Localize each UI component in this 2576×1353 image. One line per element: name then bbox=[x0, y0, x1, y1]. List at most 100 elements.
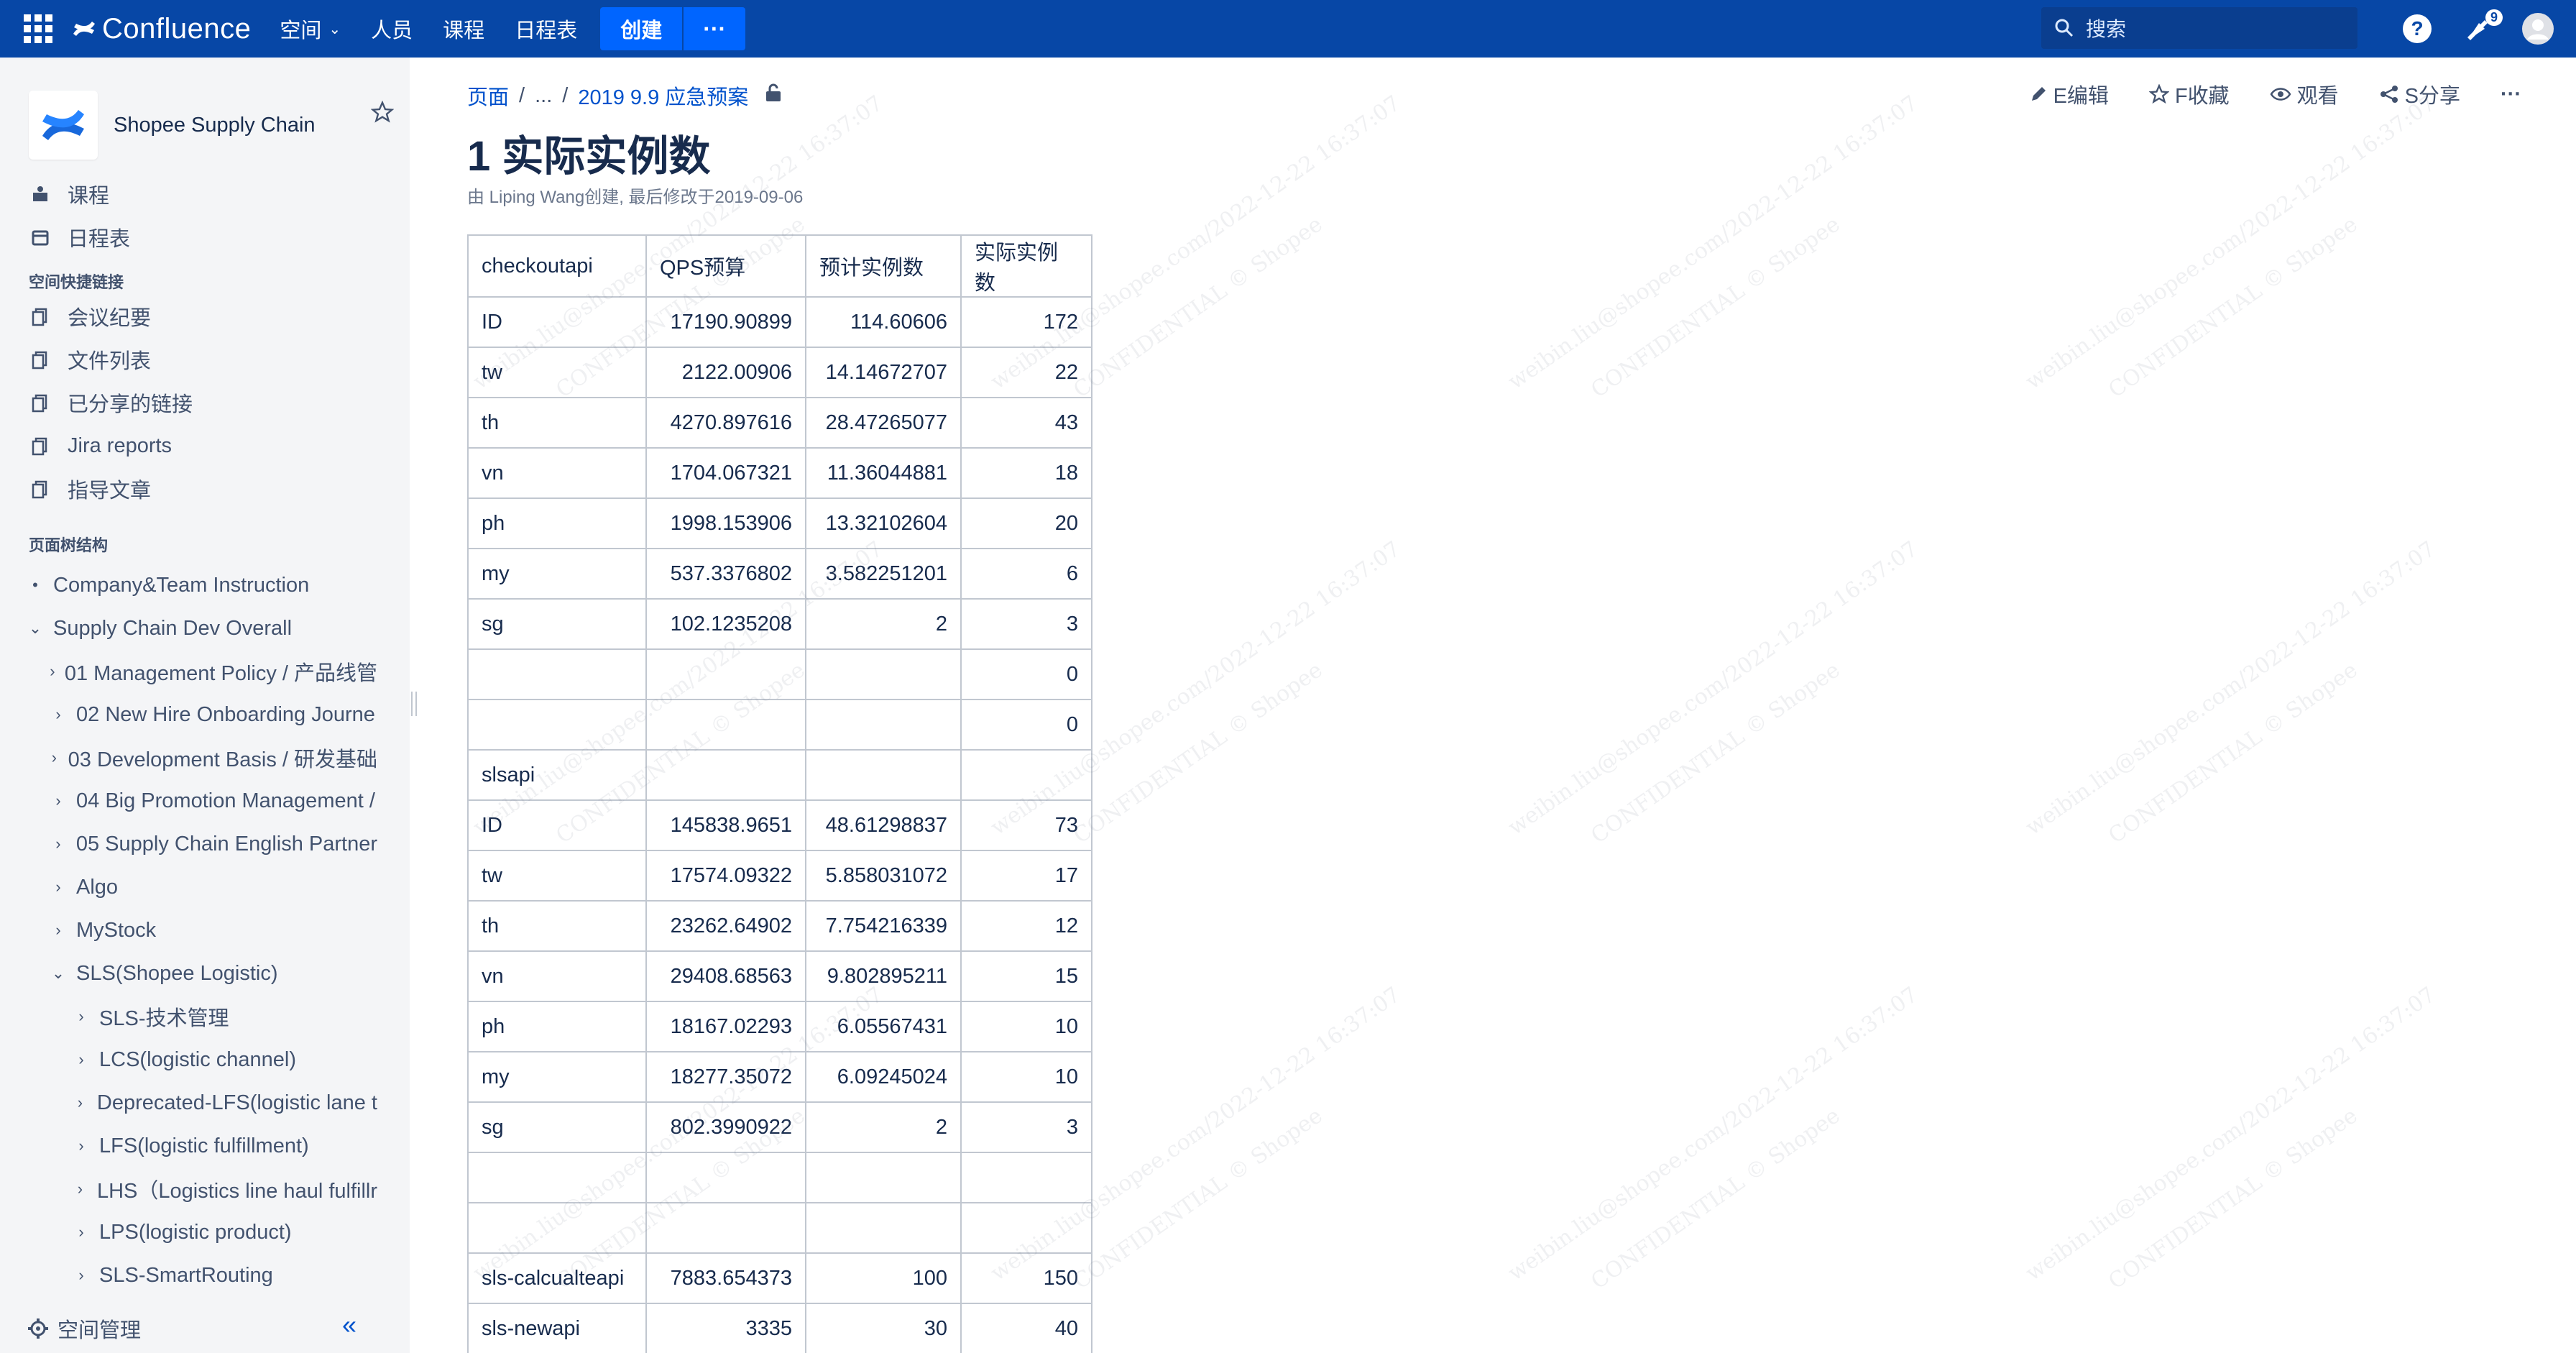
sidebar-resize-handle[interactable] bbox=[411, 692, 417, 716]
chevron-right-icon[interactable]: › bbox=[49, 662, 56, 681]
create-button[interactable]: 创建 bbox=[600, 7, 683, 50]
table-cell: 802.3990922 bbox=[645, 1101, 806, 1153]
table-cell bbox=[645, 1152, 806, 1203]
tree-item[interactable]: › 05 Supply Chain English Partner bbox=[0, 822, 377, 866]
table-cell: 114.60606 bbox=[805, 296, 962, 348]
table-row: vn 1704.067321 11.36044881 18 bbox=[467, 447, 1092, 499]
breadcrumb-ellipsis[interactable]: ... bbox=[535, 84, 552, 108]
chevron-right-icon[interactable]: › bbox=[72, 1007, 91, 1026]
table-cell: 18277.35072 bbox=[645, 1051, 806, 1103]
tree-item[interactable]: › LFS(logistic fulfillment) bbox=[0, 1124, 377, 1168]
chevron-right-icon[interactable]: › bbox=[49, 748, 60, 767]
table-cell: 22 bbox=[960, 347, 1092, 398]
shortcut-meeting-notes[interactable]: 会议纪要 bbox=[0, 295, 410, 338]
user-avatar[interactable] bbox=[2521, 12, 2554, 45]
table-cell: 150 bbox=[960, 1252, 1092, 1304]
table-row: checkoutapi QPS预算 预计实例数 实际实例数 bbox=[467, 234, 1092, 298]
sidebar-item-calendar[interactable]: 日程表 bbox=[0, 216, 410, 259]
space-header[interactable]: Shopee Supply Chain bbox=[0, 58, 410, 173]
nav-spaces[interactable]: 空间 ⌄ bbox=[280, 14, 341, 44]
chevron-right-icon[interactable]: › bbox=[49, 792, 68, 810]
shortcut-guide-articles[interactable]: 指导文章 bbox=[0, 467, 410, 510]
table-cell: 10 bbox=[960, 1001, 1092, 1052]
tree-item[interactable]: › 04 Big Promotion Management / bbox=[0, 779, 377, 822]
star-space-icon[interactable] bbox=[370, 100, 395, 127]
chevron-right-icon[interactable]: › bbox=[49, 705, 68, 724]
create-more-button[interactable]: ··· bbox=[682, 7, 746, 50]
tree-item[interactable]: › LPS(logistic product) bbox=[0, 1211, 377, 1254]
tree-item-label: Algo bbox=[76, 875, 119, 899]
breadcrumb-parent[interactable]: 2019 9.9 应急预案 bbox=[578, 81, 748, 111]
sidebar-item-courses[interactable]: 课程 bbox=[0, 173, 410, 216]
favourite-button[interactable]: F收藏 bbox=[2148, 79, 2230, 109]
chevron-right-icon[interactable]: › bbox=[49, 878, 68, 896]
table-cell: 18167.02293 bbox=[645, 1001, 806, 1052]
table-row: tw 2122.00906 14.14672707 22 bbox=[467, 347, 1092, 398]
tree-item-label: 01 Management Policy / 产品线管 bbox=[64, 662, 377, 685]
shortcut-jira-reports[interactable]: Jira reports bbox=[0, 424, 410, 467]
table-cell: 102.1235208 bbox=[645, 598, 806, 650]
chevron-right-icon[interactable]: › bbox=[72, 1266, 91, 1285]
help-icon[interactable]: ? bbox=[2401, 12, 2434, 45]
edit-button[interactable]: E编辑 bbox=[2029, 79, 2109, 109]
share-button[interactable]: S分享 bbox=[2379, 79, 2460, 109]
nav-calendar[interactable]: 日程表 bbox=[515, 14, 577, 44]
tree-item[interactable]: › 01 Management Policy / 产品线管 bbox=[0, 650, 377, 693]
tree-item[interactable]: ⌄ SLS(Shopee Logistic) bbox=[0, 952, 377, 995]
watermark-text: weibin.liu@shopee.com/2022-12-22 16:37:0… bbox=[2021, 536, 2440, 840]
shortcut-shared-links[interactable]: 已分享的链接 bbox=[0, 381, 410, 424]
confluence-logo[interactable]: Confluence bbox=[72, 13, 251, 45]
more-actions-button[interactable]: ··· bbox=[2501, 83, 2521, 106]
chevron-right-icon[interactable]: › bbox=[49, 835, 68, 853]
breadcrumb-root[interactable]: 页面 bbox=[467, 81, 509, 111]
chevron-right-icon[interactable]: › bbox=[49, 921, 68, 940]
tree-item[interactable]: › MyStock bbox=[0, 909, 377, 952]
tree-item[interactable]: › SLS-技术管理 bbox=[0, 995, 377, 1038]
table-cell bbox=[960, 1152, 1092, 1203]
tree-item[interactable]: ⌄ Supply Chain Dev Overall bbox=[0, 607, 377, 650]
tree-item[interactable]: › LHS（Logistics line haul fulfillr bbox=[0, 1168, 377, 1211]
table-cell: th bbox=[467, 397, 647, 449]
tree-item[interactable]: › LCS(logistic channel) bbox=[0, 1038, 377, 1081]
chevron-right-icon[interactable]: › bbox=[72, 1180, 88, 1198]
nav-people[interactable]: 人员 bbox=[371, 14, 413, 44]
chevron-down-icon[interactable]: ⌄ bbox=[49, 964, 68, 983]
chevron-right-icon[interactable]: › bbox=[72, 1093, 88, 1112]
table-cell: 0 bbox=[960, 699, 1092, 751]
tree-item[interactable]: › 02 New Hire Onboarding Journe bbox=[0, 693, 377, 736]
chevron-right-icon[interactable]: › bbox=[72, 1223, 91, 1242]
tree-item[interactable]: › SLS-SmartRouting bbox=[0, 1254, 377, 1297]
watermark-text: CONFIDENTIAL © Shopee bbox=[1069, 211, 1328, 403]
table-row: sg 102.1235208 2 3 bbox=[467, 598, 1092, 650]
app-switcher-icon[interactable] bbox=[20, 11, 56, 47]
tree-item[interactable]: • Company&Team Instruction bbox=[0, 564, 377, 607]
watch-label: 观看 bbox=[2296, 85, 2339, 108]
shortcut-file-list[interactable]: 文件列表 bbox=[0, 338, 410, 381]
collapse-sidebar-icon[interactable]: « bbox=[342, 1310, 356, 1340]
nav-courses[interactable]: 课程 bbox=[443, 14, 484, 44]
bullet-icon[interactable]: • bbox=[26, 576, 45, 595]
search-input[interactable]: 搜索 bbox=[2041, 7, 2358, 49]
notifications-icon[interactable]: 9 bbox=[2461, 9, 2503, 45]
share-icon bbox=[2380, 86, 2398, 103]
tree-item-label: Deprecated-LFS(logistic lane t bbox=[96, 1091, 377, 1114]
tree-item[interactable]: › Algo bbox=[0, 866, 377, 909]
table-cell: 537.3376802 bbox=[645, 548, 806, 600]
watermark-text: weibin.liu@shopee.com/2022-12-22 16:37:0… bbox=[1504, 536, 1923, 840]
table-cell: 2122.00906 bbox=[645, 347, 806, 398]
tree-item[interactable]: › Deprecated-LFS(logistic lane t bbox=[0, 1081, 377, 1124]
chevron-down-icon[interactable]: ⌄ bbox=[26, 619, 45, 638]
table-cell: ph bbox=[467, 1001, 647, 1052]
chevron-right-icon[interactable]: › bbox=[72, 1050, 91, 1069]
table-cell: 6 bbox=[960, 548, 1092, 600]
tree-item-label: 04 Big Promotion Management / bbox=[76, 789, 375, 812]
page-title: 1 实际实例数 bbox=[467, 133, 711, 180]
table-row: slsapi bbox=[467, 749, 1092, 801]
tree-item-label: SLS-技术管理 bbox=[99, 1007, 229, 1030]
chevron-right-icon[interactable]: › bbox=[72, 1137, 91, 1155]
table-cell: 2 bbox=[805, 1101, 962, 1153]
table-cell: 28.47265077 bbox=[805, 397, 962, 449]
unlock-icon[interactable] bbox=[764, 83, 783, 109]
watch-button[interactable]: 观看 bbox=[2270, 79, 2339, 109]
tree-item[interactable]: › 03 Development Basis / 研发基础 bbox=[0, 736, 377, 779]
